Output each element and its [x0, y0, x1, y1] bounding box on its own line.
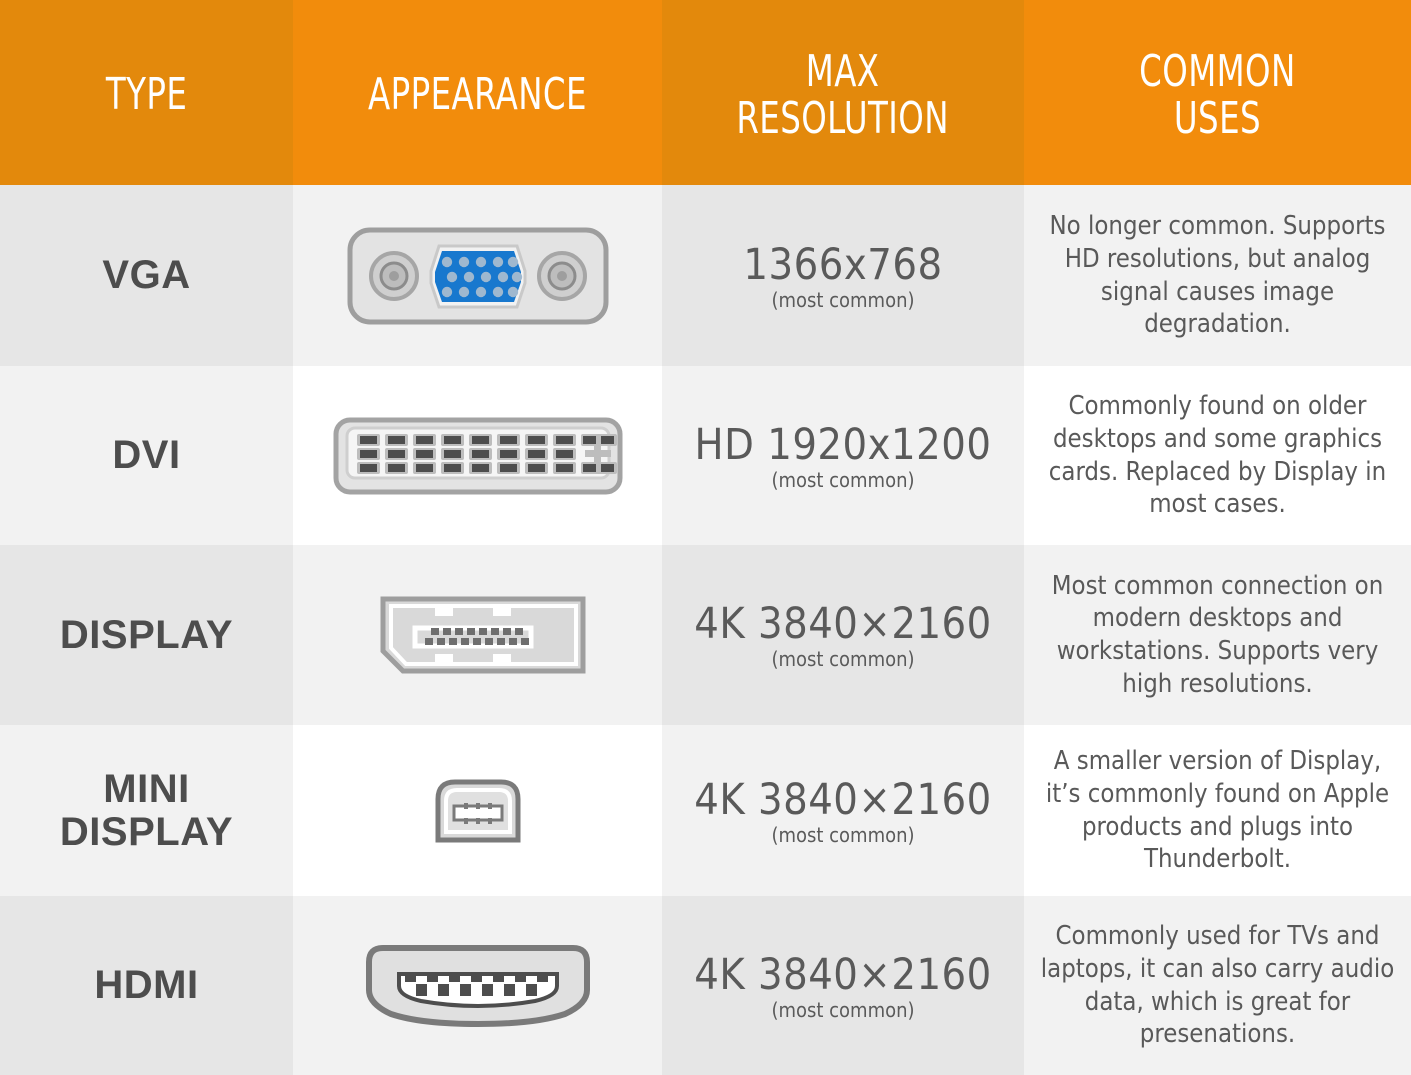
- table-row: DVI: [0, 366, 293, 545]
- row-appearance-cell: [293, 185, 662, 366]
- column-header-common-uses-line2: USES: [1173, 92, 1262, 144]
- vga-connector-icon: [347, 227, 609, 325]
- column-header-common-uses-line1: COMMON: [1139, 45, 1296, 97]
- column-header-appearance: APPEARANCE: [293, 0, 662, 185]
- row-type-label-line1: MINI: [103, 767, 190, 812]
- resolution-value: 4K 3840×2160: [694, 599, 992, 649]
- uses-description: Commonly found on older desktops and som…: [1048, 391, 1387, 520]
- resolution-note: (most common): [771, 467, 915, 492]
- table-row: VGA: [0, 185, 293, 366]
- resolution-note: (most common): [771, 997, 915, 1022]
- row-uses-cell: A smaller version of Display, it’s commo…: [1024, 725, 1411, 896]
- row-type-label: VGA: [102, 253, 191, 298]
- row-uses-cell: No longer common. Supports HD resolution…: [1024, 185, 1411, 366]
- column-header-type-label: TYPE: [105, 69, 188, 121]
- uses-description: Most common connection on modern desktop…: [1051, 570, 1384, 699]
- row-appearance-cell: [293, 896, 662, 1075]
- resolution-value: 4K 3840×2160: [694, 949, 992, 1000]
- table-row: MINI DISPLAY: [0, 725, 293, 896]
- row-uses-cell: Most common connection on modern desktop…: [1024, 545, 1411, 725]
- row-type-label: MINI DISPLAY: [60, 768, 233, 853]
- uses-description: No longer common. Supports HD resolution…: [1049, 211, 1386, 340]
- row-type-label: DISPLAY: [59, 612, 234, 657]
- row-resolution-cell: 4K 3840×2160 (most common): [662, 896, 1024, 1075]
- uses-description: A smaller version of Display, it’s commo…: [1045, 746, 1390, 875]
- row-uses-cell: Commonly used for TVs and laptops, it ca…: [1024, 896, 1411, 1075]
- table-row: HDMI: [0, 896, 293, 1075]
- hdmi-connector-icon: [365, 944, 591, 1028]
- resolution-value: 1366x768: [743, 239, 943, 290]
- row-appearance-cell: [293, 366, 662, 545]
- resolution-note: (most common): [771, 287, 915, 312]
- row-type-label: DVI: [112, 433, 181, 478]
- resolution-value: 4K 3840×2160: [694, 774, 992, 825]
- row-uses-cell: Commonly found on older desktops and som…: [1024, 366, 1411, 545]
- column-header-max-resolution: MAX RESOLUTION: [662, 0, 1024, 185]
- resolution-note: (most common): [771, 647, 915, 671]
- row-type-label: HDMI: [94, 963, 199, 1008]
- resolution-value: HD 1920x1200: [694, 419, 992, 470]
- column-header-max-resolution-line1: MAX: [806, 45, 880, 97]
- row-resolution-cell: 4K 3840×2160 (most common): [662, 545, 1024, 725]
- row-resolution-cell: 1366x768 (most common): [662, 185, 1024, 366]
- row-appearance-cell: [293, 725, 662, 896]
- row-type-label-line2: DISPLAY: [59, 809, 234, 854]
- column-header-type: TYPE: [0, 0, 293, 185]
- row-resolution-cell: 4K 3840×2160 (most common): [662, 725, 1024, 896]
- connector-comparison-table: TYPE APPEARANCE MAX RESOLUTION COMMON US…: [0, 0, 1411, 1075]
- row-appearance-cell: [293, 545, 662, 725]
- mini-displayport-connector-icon: [435, 779, 521, 843]
- resolution-note: (most common): [771, 822, 915, 847]
- row-resolution-cell: HD 1920x1200 (most common): [662, 366, 1024, 545]
- dvi-connector-icon: [333, 417, 623, 495]
- column-header-max-resolution-line2: RESOLUTION: [736, 92, 950, 144]
- table-row: DISPLAY: [0, 545, 293, 725]
- column-header-appearance-label: APPEARANCE: [368, 69, 587, 121]
- column-header-common-uses: COMMON USES: [1024, 0, 1411, 185]
- uses-description: Commonly used for TVs and laptops, it ca…: [1040, 921, 1395, 1050]
- displayport-connector-icon: [369, 595, 587, 675]
